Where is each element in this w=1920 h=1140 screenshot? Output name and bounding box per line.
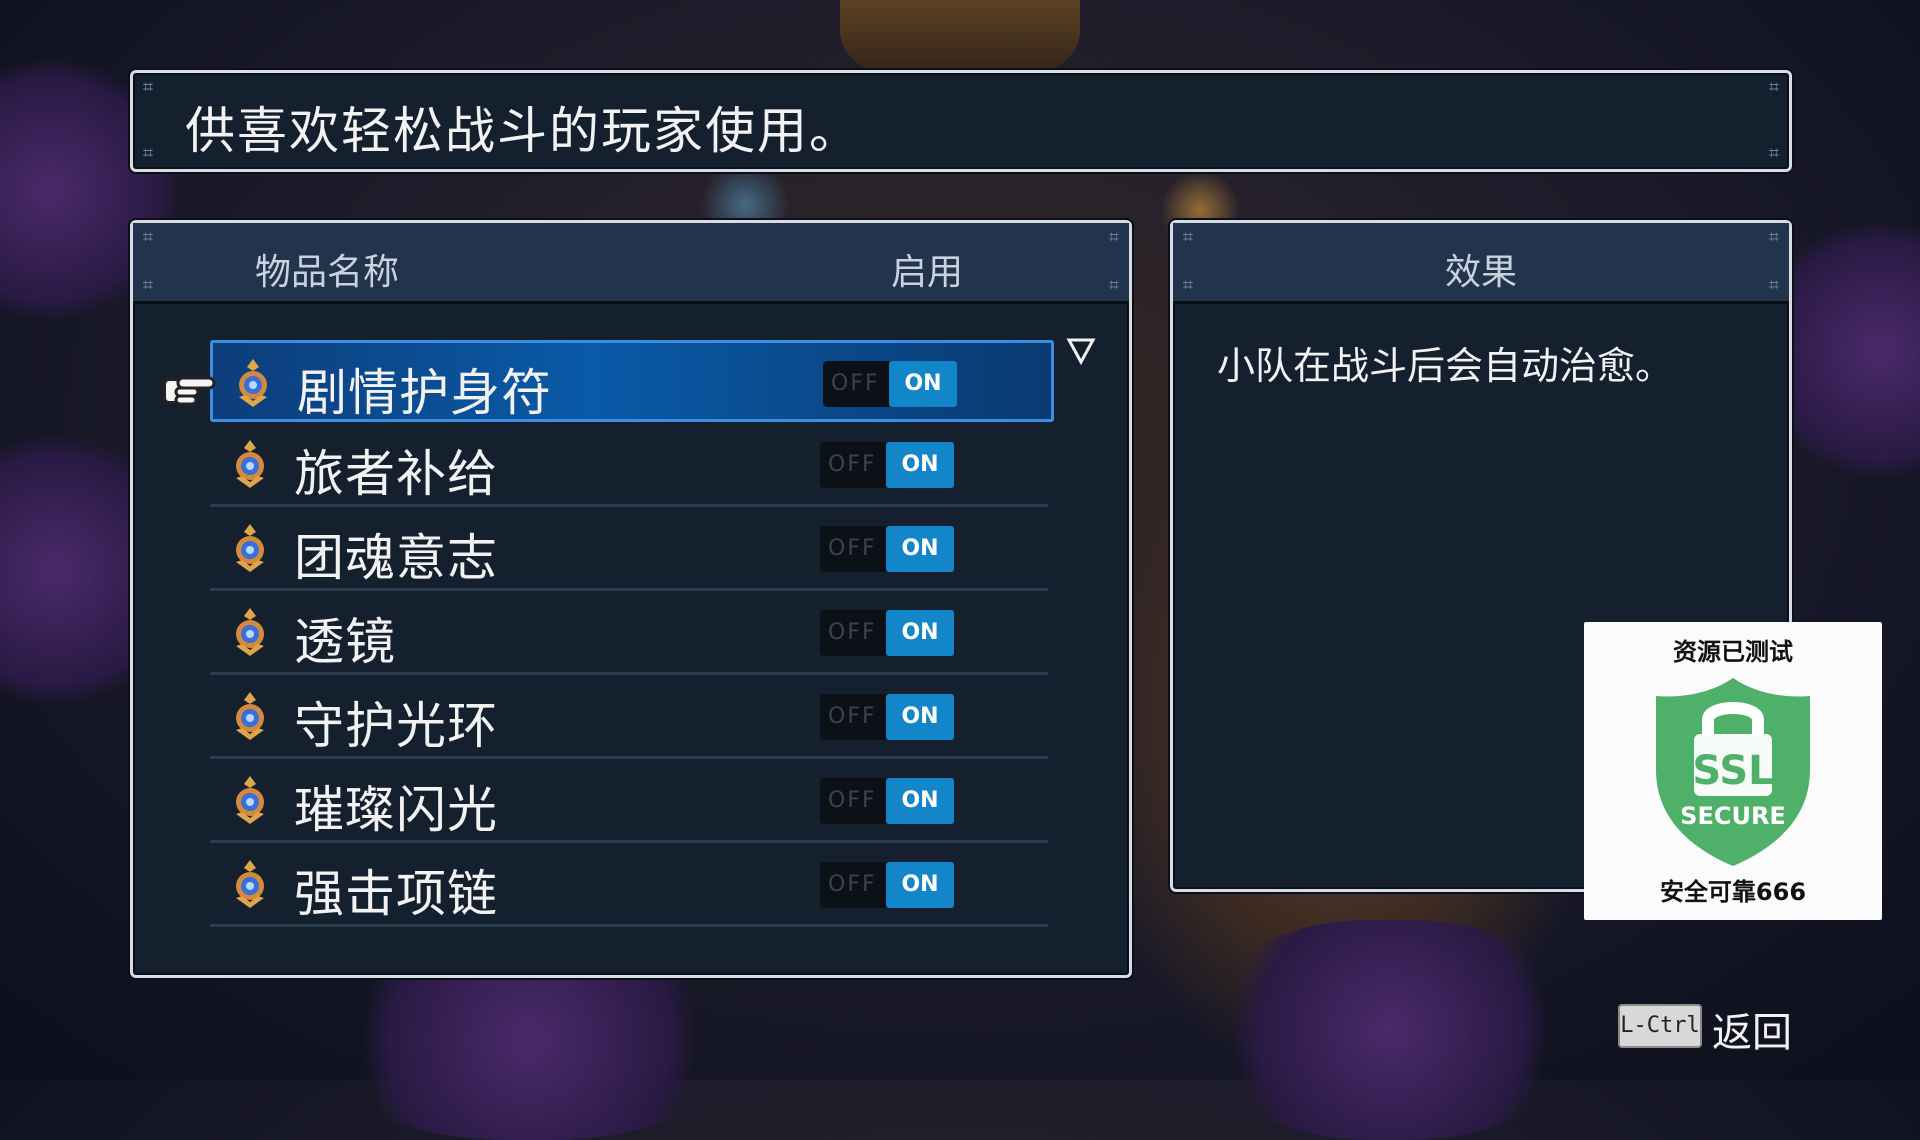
badge-title: 资源已测试 bbox=[1673, 638, 1793, 666]
description-text: 供喜欢轻松战斗的玩家使用。 bbox=[185, 102, 861, 160]
enable-toggle[interactable]: OFF ON bbox=[820, 862, 954, 908]
item-label: 旅者补给 bbox=[294, 445, 498, 503]
column-header-item-name: 物品名称 bbox=[255, 252, 400, 293]
corner-ornament: ⌗ bbox=[1108, 227, 1120, 248]
list-item[interactable]: 团魂意志 OFF ON bbox=[210, 508, 1048, 591]
enable-toggle[interactable]: OFF ON bbox=[820, 526, 954, 572]
amulet-icon bbox=[239, 359, 267, 407]
enable-toggle[interactable]: OFF ON bbox=[823, 361, 957, 407]
toggle-on-label: ON bbox=[886, 694, 954, 740]
back-button[interactable]: 返回 bbox=[1712, 1000, 1792, 1058]
amulet-icon bbox=[236, 776, 264, 824]
toggle-off-label: OFF bbox=[828, 704, 877, 729]
enable-toggle[interactable]: OFF ON bbox=[820, 778, 954, 824]
enable-toggle[interactable]: OFF ON bbox=[820, 694, 954, 740]
background-ornament bbox=[840, 0, 1080, 70]
item-label: 璀璨闪光 bbox=[294, 781, 498, 839]
toggle-off-label: OFF bbox=[828, 452, 877, 477]
corner-ornament: ⌗ bbox=[1108, 275, 1120, 296]
item-label: 剧情护身符 bbox=[297, 364, 552, 422]
toggle-on-label: ON bbox=[886, 778, 954, 824]
column-header-enable: 启用 bbox=[891, 252, 964, 293]
effect-header-title: 效果 bbox=[1444, 252, 1517, 293]
amulet-icon bbox=[236, 860, 264, 908]
amulet-icon bbox=[236, 608, 264, 656]
corner-ornament: ⌗ bbox=[142, 143, 154, 164]
ssl-shield-icon: SSL SECURE bbox=[1656, 678, 1810, 866]
badge-footer: 安全可靠666 bbox=[1659, 878, 1807, 906]
item-label: 守护光环 bbox=[294, 697, 498, 755]
corner-ornament: ⌗ bbox=[142, 275, 154, 296]
corner-ornament: ⌗ bbox=[1768, 143, 1780, 164]
item-label: 团魂意志 bbox=[294, 529, 498, 587]
toggle-on-label: ON bbox=[886, 610, 954, 656]
amulet-icon bbox=[236, 440, 264, 488]
hand-pointer-icon bbox=[162, 376, 216, 406]
toggle-off-label: OFF bbox=[828, 788, 877, 813]
item-label: 强击项链 bbox=[294, 865, 498, 923]
toggle-off-label: OFF bbox=[831, 371, 880, 396]
list-item[interactable]: 透镜 OFF ON bbox=[210, 592, 1048, 675]
list-header: ⌗ ⌗ ⌗ ⌗ 物品名称 启用 bbox=[133, 223, 1129, 304]
corner-ornament: ⌗ bbox=[1768, 77, 1780, 98]
shield-main-text: SSL bbox=[1692, 748, 1773, 794]
corner-ornament: ⌗ bbox=[142, 77, 154, 98]
item-label: 透镜 bbox=[294, 613, 396, 671]
effect-description: 小队在战斗后会自动治愈。 bbox=[1217, 344, 1674, 388]
amulet-icon bbox=[236, 692, 264, 740]
toggle-off-label: OFF bbox=[828, 872, 877, 897]
list-item[interactable]: 守护光环 OFF ON bbox=[210, 676, 1048, 759]
enable-toggle[interactable]: OFF ON bbox=[820, 610, 954, 656]
toggle-off-label: OFF bbox=[828, 620, 877, 645]
amulet-icon bbox=[236, 524, 264, 572]
toggle-on-label: ON bbox=[889, 361, 957, 407]
background-foliage bbox=[1780, 200, 1920, 500]
list-item[interactable]: 璀璨闪光 OFF ON bbox=[210, 760, 1048, 843]
effect-header: ⌗ ⌗ ⌗ ⌗ 效果 bbox=[1173, 223, 1789, 304]
shield-sub-text: SECURE bbox=[1680, 802, 1786, 830]
lctrl-key-icon[interactable]: L-Ctrl bbox=[1618, 1004, 1702, 1048]
ssl-badge: 资源已测试 SSL SECURE 安全可靠666 bbox=[1584, 622, 1882, 920]
description-panel: ⌗ ⌗ ⌗ ⌗ 供喜欢轻松战斗的玩家使用。 bbox=[130, 70, 1792, 172]
enable-toggle[interactable]: OFF ON bbox=[820, 442, 954, 488]
toggle-off-label: OFF bbox=[828, 536, 877, 561]
scroll-down-arrow-icon[interactable] bbox=[1066, 336, 1096, 366]
list-item[interactable]: 强击项链 OFF ON bbox=[210, 844, 1048, 927]
toggle-on-label: ON bbox=[886, 526, 954, 572]
background-foliage bbox=[1200, 920, 1580, 1140]
toggle-on-label: ON bbox=[886, 862, 954, 908]
corner-ornament: ⌗ bbox=[142, 227, 154, 248]
list-item[interactable]: 旅者补给 OFF ON bbox=[210, 424, 1048, 507]
list-item[interactable]: 剧情护身符 OFF ON bbox=[210, 340, 1054, 422]
toggle-on-label: ON bbox=[886, 442, 954, 488]
